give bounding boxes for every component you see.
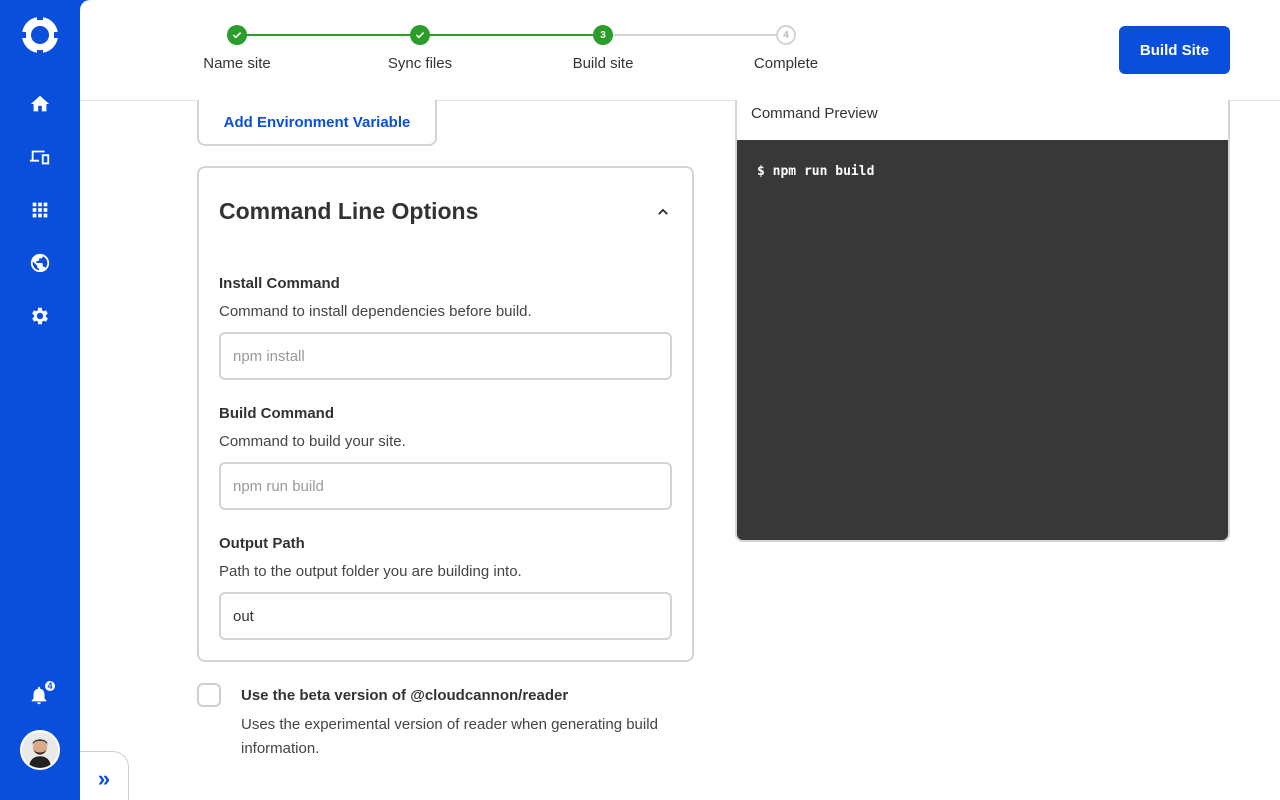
user-avatar[interactable] <box>20 730 60 770</box>
install-command-input[interactable] <box>219 332 672 380</box>
beta-reader-label[interactable]: Use the beta version of @cloudcannon/rea… <box>241 687 568 704</box>
step-label-complete: Complete <box>753 55 819 72</box>
cloudcannon-logo[interactable] <box>20 15 60 55</box>
apps-grid-icon[interactable] <box>26 196 54 224</box>
devices-icon[interactable] <box>26 143 54 171</box>
double-chevron-right-icon: » <box>97 766 111 791</box>
notifications-count-badge: 4 <box>44 680 56 692</box>
command-preview-panel: Command Preview $ npm run build <box>735 100 1230 542</box>
step-label-sync-files[interactable]: Sync files <box>388 55 452 72</box>
chevron-up-icon[interactable] <box>653 202 673 222</box>
step-name-site-check-icon <box>227 25 247 45</box>
gear-icon[interactable] <box>26 302 54 330</box>
build-command-input[interactable] <box>219 462 672 510</box>
command-line-options-panel: Command Line Options Install Command Com… <box>197 166 694 662</box>
install-command-label: Install Command <box>219 275 340 292</box>
home-icon[interactable] <box>26 90 54 118</box>
install-command-help: Command to install dependencies before b… <box>219 303 532 320</box>
step-connector <box>237 34 420 36</box>
command-preview-text: $ npm run build <box>757 164 875 179</box>
beta-reader-help: Uses the experimental version of reader … <box>241 716 658 757</box>
step-sync-files-check-icon <box>410 25 430 45</box>
step-connector <box>603 34 786 36</box>
output-path-input[interactable] <box>219 592 672 640</box>
output-path-label: Output Path <box>219 535 305 552</box>
command-preview-title: Command Preview <box>751 105 878 122</box>
build-site-button[interactable]: Build Site <box>1119 26 1230 74</box>
command-preview-terminal: $ npm run build <box>737 140 1228 540</box>
output-path-help: Path to the output folder you are buildi… <box>219 563 522 580</box>
sidebar: 4 <box>0 0 80 800</box>
options-title: Command Line Options <box>219 198 479 224</box>
main-panel: 3 4 Name site Sync files Build site Comp… <box>80 0 1280 800</box>
expand-sidebar-button[interactable]: » <box>80 751 129 800</box>
step-connector <box>420 34 603 36</box>
globe-icon[interactable] <box>26 249 54 277</box>
add-environment-variable-button[interactable]: Add Environment Variable <box>197 100 437 146</box>
beta-reader-checkbox[interactable] <box>197 683 221 707</box>
step-complete-number: 4 <box>776 25 796 45</box>
progress-stepper: 3 4 Name site Sync files Build site Comp… <box>198 24 838 84</box>
build-command-help: Command to build your site. <box>219 433 406 450</box>
step-label-build-site: Build site <box>572 55 634 72</box>
step-build-site-number: 3 <box>593 25 613 45</box>
build-command-label: Build Command <box>219 405 334 422</box>
step-label-name-site[interactable]: Name site <box>203 55 271 72</box>
